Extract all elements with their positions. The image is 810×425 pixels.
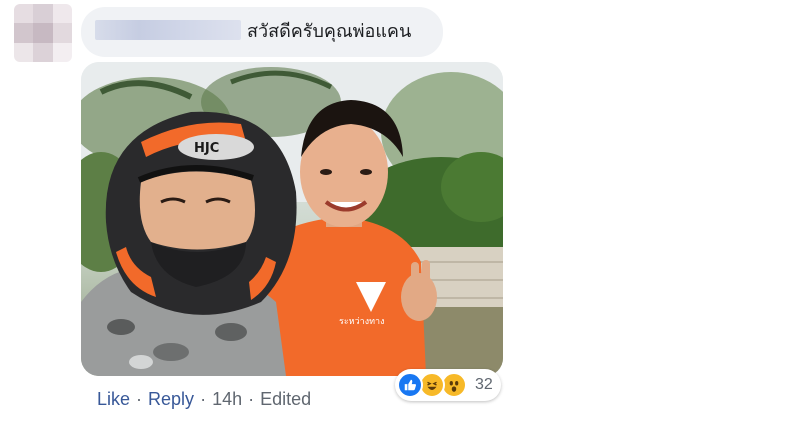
- reply-link[interactable]: Reply: [148, 389, 194, 410]
- comment-bubble: สวัสดีครับคุณพ่อแคน: [81, 7, 443, 57]
- separator: ·: [136, 388, 143, 409]
- shirt-logo-text: ระหว่างทาง: [339, 317, 384, 327]
- avatar[interactable]: [14, 4, 72, 62]
- like-icon: [397, 372, 423, 398]
- comment-view: สวัสดีครับคุณพ่อแคน ระหว่างทาง HJC Like …: [0, 0, 810, 425]
- comment-text: สวัสดีครับคุณพ่อแคน: [247, 21, 412, 41]
- timestamp[interactable]: 14h: [212, 389, 242, 410]
- separator: ·: [200, 388, 207, 409]
- separator: ·: [248, 388, 255, 409]
- helmet-brand: HJC: [194, 141, 219, 156]
- reaction-count: 32: [475, 376, 493, 393]
- like-link[interactable]: Like: [97, 389, 130, 410]
- photo-illustration: ระหว่างทาง HJC: [81, 62, 503, 376]
- comment-actions: Like · Reply · 14h · Edited: [97, 387, 311, 411]
- edited-label[interactable]: Edited: [260, 389, 311, 410]
- author-name-redacted[interactable]: [95, 20, 241, 40]
- reactions-summary[interactable]: 32: [395, 369, 501, 401]
- comment-photo[interactable]: ระหว่างทาง HJC: [81, 62, 503, 376]
